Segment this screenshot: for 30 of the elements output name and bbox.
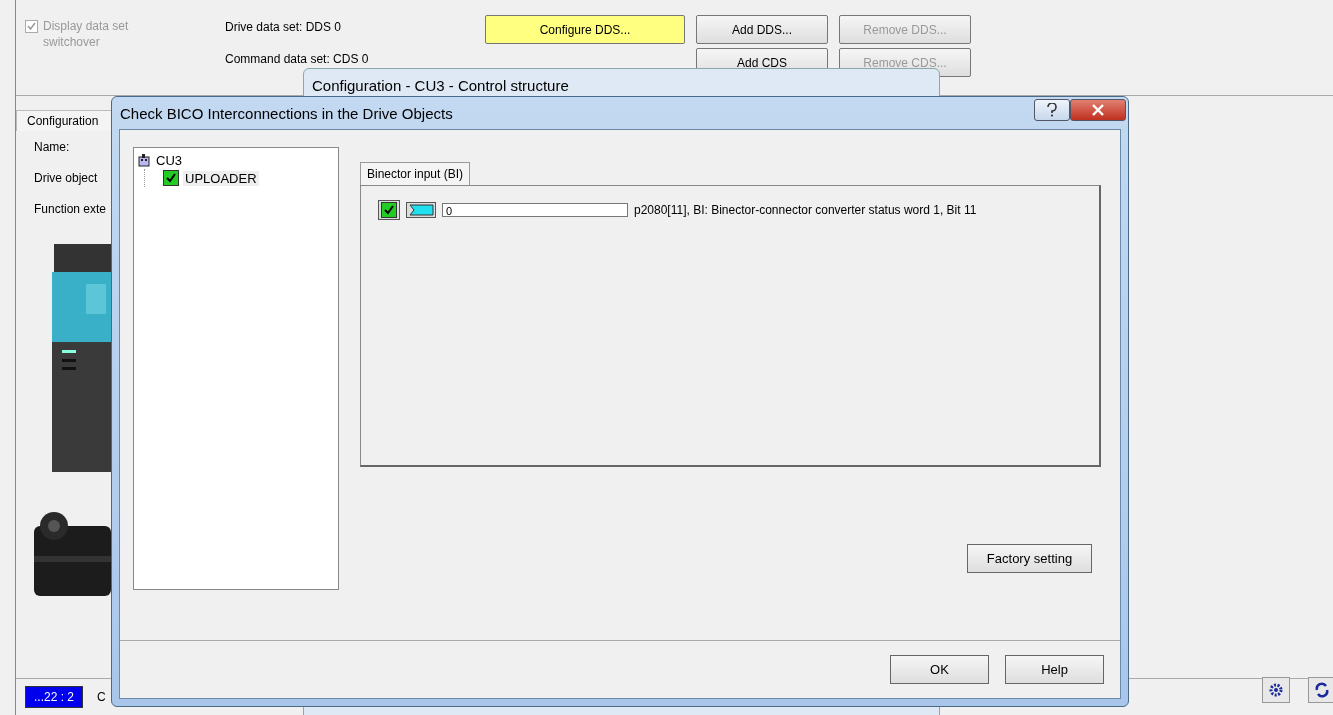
- gear-icon[interactable]: [1262, 677, 1290, 703]
- field-label: Drive object: [33, 170, 99, 187]
- close-icon[interactable]: [1070, 99, 1126, 121]
- checkbox-label: Display data set switchover: [43, 18, 130, 50]
- help-icon[interactable]: [1034, 99, 1070, 121]
- tree-checkbox[interactable]: [163, 170, 179, 186]
- window-title: Configuration - CU3 - Control structure: [311, 76, 570, 96]
- checkmark-icon: [27, 22, 36, 31]
- status-badge: ...22 : 2: [25, 686, 84, 708]
- status-text: C: [97, 690, 106, 704]
- binector-icon: [406, 202, 436, 218]
- factory-setting-button[interactable]: Factory setting: [967, 544, 1092, 573]
- dialog-button[interactable]: OK: [890, 655, 989, 684]
- configure-button[interactable]: Configure DDS...: [485, 15, 685, 44]
- tree-item[interactable]: UPLOADER: [183, 170, 259, 186]
- refresh-icon[interactable]: [1308, 677, 1333, 703]
- dialog-button[interactable]: Help: [1005, 655, 1104, 684]
- input-field[interactable]: 0: [442, 203, 628, 217]
- field-label: Name:: [33, 139, 71, 156]
- tree-item[interactable]: CU3: [154, 152, 184, 168]
- checkmark-icon: [384, 205, 394, 215]
- field-label: Function exte: [33, 201, 108, 218]
- toolbar-button[interactable]: Add DDS...: [696, 15, 828, 44]
- row-checkbox[interactable]: [378, 200, 400, 220]
- data-set-label: Drive data set: DDS 0: [225, 20, 343, 34]
- parameter-description: p2080[11], BI: Binector-connector converter status word 1, Bit 11: [634, 203, 977, 217]
- tab[interactable]: Binector input (BI): [360, 162, 471, 185]
- drive-unit-icon: [138, 153, 150, 167]
- data-set-label: Command data set: CDS 0: [225, 52, 370, 66]
- checkmark-icon: [166, 173, 176, 183]
